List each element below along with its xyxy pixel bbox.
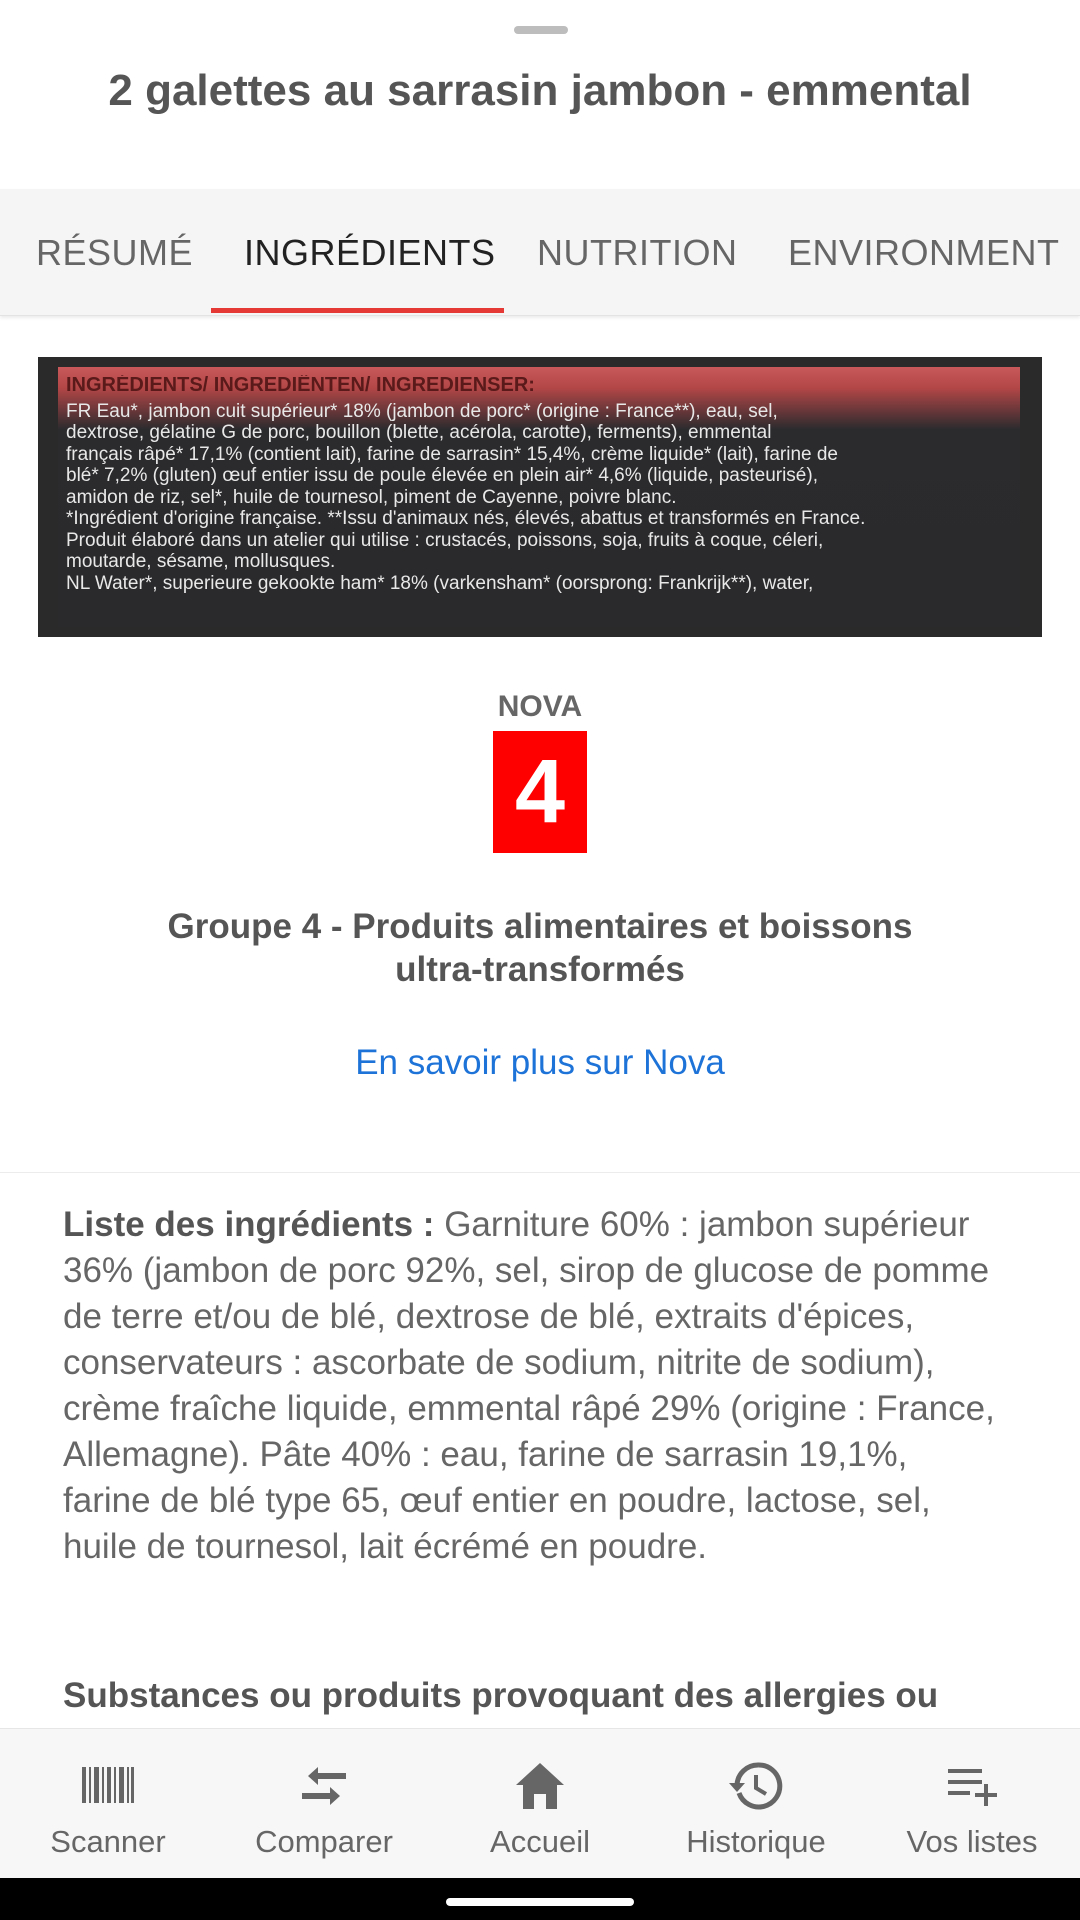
tab-ingredients[interactable]: INGRÉDIENTS <box>244 189 496 316</box>
nav-history-label: Historique <box>686 1824 826 1859</box>
product-title: 2 galettes au sarrasin jambon - emmental <box>108 66 972 115</box>
nav-compare[interactable]: Comparer <box>216 1729 432 1879</box>
active-tab-indicator <box>211 308 504 313</box>
sheet-drag-handle[interactable] <box>514 26 568 34</box>
section-divider <box>0 1172 1080 1173</box>
nav-lists-label: Vos listes <box>906 1824 1038 1859</box>
nova-description: Groupe 4 - Produits alimentaires et bois… <box>167 907 913 989</box>
label-photo-line: amidon de riz, sel*, huile de tournesol,… <box>66 486 677 508</box>
nav-scanner[interactable]: Scanner <box>0 1729 216 1879</box>
tab-resume[interactable]: RÉSUMÉ <box>36 189 193 316</box>
nav-history[interactable]: Historique <box>648 1729 864 1879</box>
ingredients-heading: Liste des ingrédients : <box>63 1205 435 1244</box>
history-icon <box>729 1762 783 1810</box>
home-icon <box>516 1763 564 1809</box>
label-photo-line: *Ingrédient d'origine française. **Issu … <box>66 508 866 529</box>
label-photo-line: FR Eau*, jambon cuit supérieur* 18% (jam… <box>66 400 778 422</box>
ingredients-text: Garniture 60% : jambon supérieur 36% (ja… <box>63 1205 995 1566</box>
label-photo-line: dextrose, gélatine G de porc, bouillon (… <box>66 422 772 443</box>
nav-lists[interactable]: Vos listes <box>864 1729 1080 1879</box>
nova-label: NOVA <box>497 690 583 723</box>
nav-home[interactable]: Accueil <box>432 1729 648 1879</box>
label-photo-line: NL Water*, superieure gekookte ham* 18% … <box>66 572 814 594</box>
label-photo-line: INGRÉDIENTS/ INGREDIËNTEN/ INGREDIENSER: <box>66 375 535 396</box>
ingredients-label-photo[interactable]: INGRÉDIENTS/ INGREDIËNTEN/ INGREDIENSER:… <box>38 357 1042 637</box>
label-photo-line: Produit élaboré dans un atelier qui util… <box>66 529 824 551</box>
ingredients-list: Liste des ingrédients : Garniture 60% : … <box>63 1202 1003 1570</box>
tab-bar: RÉSUMÉ INGRÉDIENTS NUTRITION ENVIRONMENT <box>0 189 1080 316</box>
nav-scanner-label: Scanner <box>50 1824 166 1859</box>
label-photo-line: blé* 7,2% (gluten) œuf entier issu de po… <box>66 465 818 486</box>
bottom-navigation: Scanner Comparer Accueil Historique Vos … <box>0 1728 1080 1878</box>
nav-compare-label: Comparer <box>255 1824 393 1859</box>
home-gesture-pill[interactable] <box>446 1898 634 1906</box>
tab-nutrition[interactable]: NUTRITION <box>537 189 737 316</box>
nova-group-badge: 4 <box>493 731 587 853</box>
tab-environment[interactable]: ENVIRONMENT <box>788 189 1060 316</box>
barcode-icon <box>82 1767 134 1803</box>
allergens-heading: Substances ou produits provoquant des al… <box>63 1676 939 1715</box>
compare-icon <box>302 1767 346 1805</box>
nav-home-label: Accueil <box>490 1824 590 1859</box>
label-photo-line: moutarde, sésame, mollusques. <box>66 551 336 572</box>
nova-learn-more-link[interactable]: En savoir plus sur Nova <box>0 1043 1080 1083</box>
label-photo-line: français râpé* 17,1% (contient lait), fa… <box>66 443 838 465</box>
playlist-add-icon <box>948 1769 997 1806</box>
